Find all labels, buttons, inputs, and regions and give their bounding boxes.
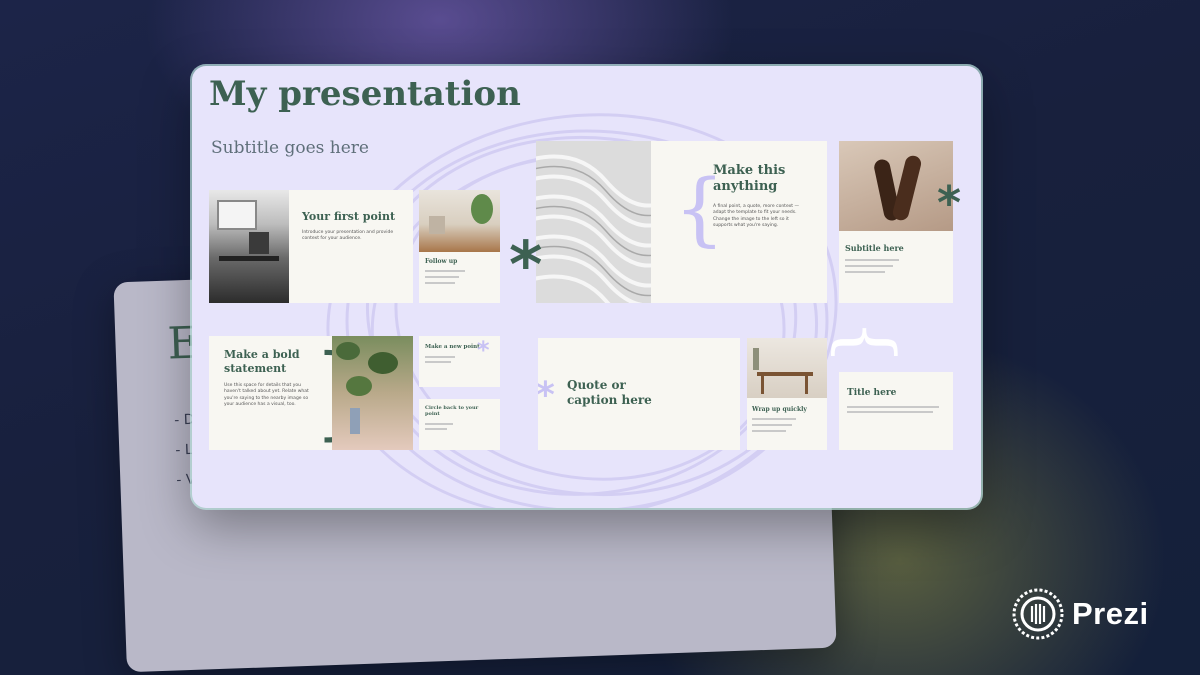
aerial-beach-photo <box>332 336 413 450</box>
presentation-subtitle[interactable]: Subtitle goes here <box>211 138 369 158</box>
paper-texture-photo <box>536 141 651 303</box>
asterisk-decoration: * <box>509 229 543 303</box>
hands-photo <box>839 141 953 231</box>
slide-first-point[interactable]: Your first point Introduce your presenta… <box>209 190 413 303</box>
office-photo <box>209 190 289 303</box>
slide-bold-statement[interactable]: Make a bold statement Use this space for… <box>209 336 413 450</box>
slide-subtitle-here[interactable]: Subtitle here <box>839 141 953 303</box>
slide-title-here[interactable]: Title here <box>839 372 953 450</box>
prezi-logo-icon <box>1012 588 1064 640</box>
slide-title: Follow up <box>425 258 458 265</box>
slide-circle-back[interactable]: Circle back to your point <box>419 399 500 450</box>
asterisk-decoration: * <box>477 336 490 364</box>
slide-title: Make a bold statement <box>224 348 300 375</box>
asterisk-decoration: * <box>538 378 555 414</box>
slide-wrap-up[interactable]: Wrap up quickly <box>747 338 827 450</box>
slide-make-this-anything[interactable]: { Make this anything A final point, a qu… <box>536 141 827 303</box>
slide-new-point[interactable]: Make a new point * <box>419 336 500 387</box>
slide-body: A final point, a quote, more context — a… <box>713 204 799 228</box>
prezi-wordmark: Prezi <box>1072 596 1149 631</box>
slide-title: Quote or caption here <box>567 378 652 407</box>
living-room-photo <box>419 190 500 252</box>
slide-follow-up[interactable]: Follow up <box>419 190 500 303</box>
slide-title: Circle back to your point <box>425 405 479 418</box>
presentation-overview-card[interactable]: My presentation Subtitle goes here Your … <box>192 66 981 508</box>
slide-title: Subtitle here <box>845 243 904 253</box>
slide-title: Make a new point <box>425 344 480 350</box>
slide-title: Wrap up quickly <box>752 406 807 413</box>
slide-title: Title here <box>847 388 897 398</box>
prezi-logo: Prezi <box>1012 588 1149 640</box>
presentation-title[interactable]: My presentation <box>209 74 521 114</box>
asterisk-decoration: * <box>937 176 962 230</box>
slide-title: Make this anything <box>713 163 786 195</box>
brace-decoration: { <box>825 319 910 365</box>
desk-photo <box>747 338 827 398</box>
slide-title: Your first point <box>302 210 396 223</box>
slide-quote[interactable]: * Quote or caption here <box>538 338 740 450</box>
back-slide-bullet: - L <box>175 441 193 459</box>
slide-body: Use this space for details that you have… <box>224 383 309 407</box>
slide-body: Introduce your presentation and provide … <box>302 230 394 242</box>
